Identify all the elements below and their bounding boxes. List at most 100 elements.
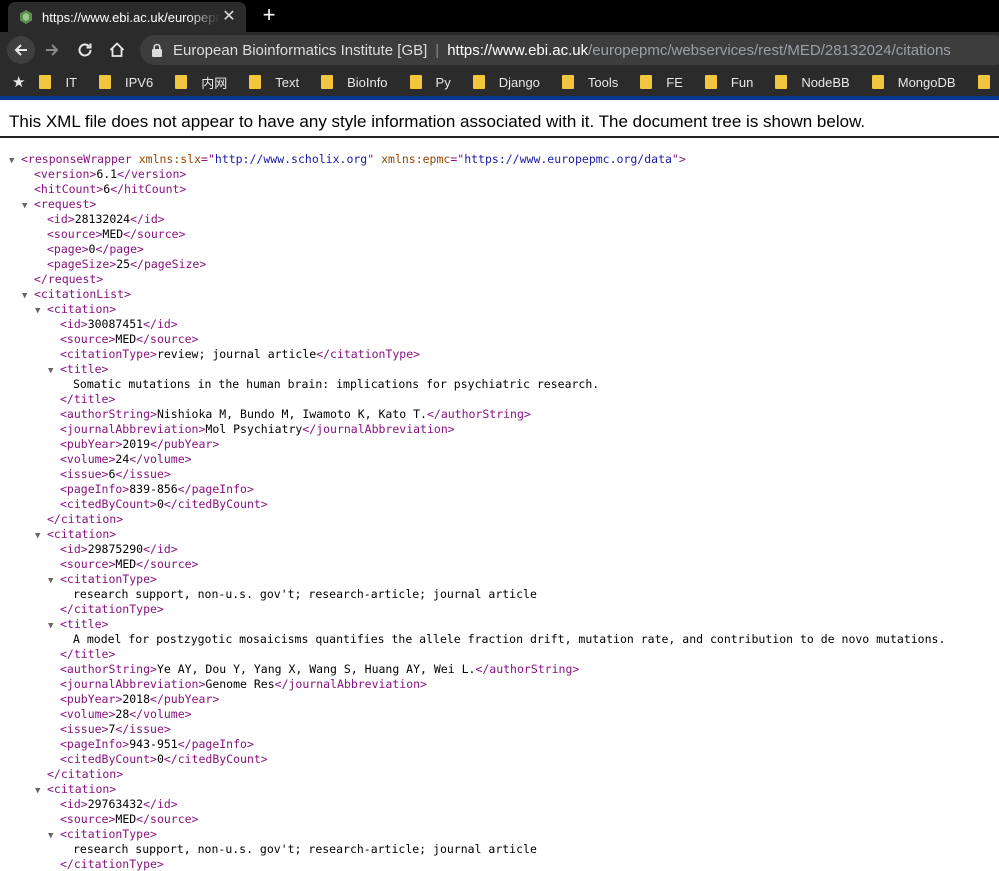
xml-tag: </citation> xyxy=(47,767,124,781)
xml-tag: </citedByCount> xyxy=(163,752,268,766)
bookmark-folder[interactable]: Tools xyxy=(561,75,618,90)
bookmark-folder[interactable]: 内网 xyxy=(175,73,227,92)
xml-line: <issue>6</issue> xyxy=(60,467,171,482)
site-identity[interactable]: European Bioinformatics Institute [GB] xyxy=(173,42,427,59)
close-tab-icon[interactable]: ✕ xyxy=(220,8,238,26)
address-bar[interactable]: European Bioinformatics Institute [GB] |… xyxy=(140,35,999,65)
xml-tag: </pubYear> xyxy=(150,692,220,706)
xml-text: 6.1 xyxy=(96,167,118,181)
xml-line: ▼ <citationList> xyxy=(22,287,131,302)
bookmark-folder[interactable]: MongoDB xyxy=(871,75,956,90)
xml-text: MED xyxy=(115,557,137,571)
xml-line: ▼ <citationType> xyxy=(48,572,157,587)
arrow-right-icon xyxy=(46,44,59,56)
xml-line: <pageSize>25</pageSize> xyxy=(47,257,206,272)
collapse-toggle-icon[interactable]: ▼ xyxy=(48,619,60,634)
xml-line: <pubYear>2019</pubYear> xyxy=(60,437,219,452)
bookmark-folder[interactable]: FE xyxy=(640,75,683,90)
xml-line: <page>0</page> xyxy=(47,242,144,257)
collapse-toggle-icon[interactable]: ▼ xyxy=(22,199,34,214)
xml-tag: <pageInfo> xyxy=(60,737,130,751)
xml-tag: <issue> xyxy=(60,467,109,481)
xml-text: research support, non-u.s. gov't; resear… xyxy=(73,842,537,856)
xml-notice: This XML file does not appear to have an… xyxy=(0,100,999,138)
bookmark-folder[interactable]: Py xyxy=(409,75,451,90)
xml-tag: </page> xyxy=(95,242,144,256)
xml-text: 943-951 xyxy=(129,737,178,751)
lock-icon xyxy=(152,43,162,57)
reload-icon xyxy=(78,43,92,57)
xml-tag: </version> xyxy=(117,167,187,181)
collapse-toggle-icon[interactable]: ▼ xyxy=(35,784,47,799)
xml-line: A model for postzygotic mosaicisms quant… xyxy=(73,632,945,647)
url-path: /europepmc/webservices/rest/MED/28132024… xyxy=(588,41,951,59)
xml-text: MED xyxy=(115,812,137,826)
xml-tag: </id> xyxy=(143,797,178,811)
bookmark-folder[interactable]: PHP xyxy=(977,75,999,90)
collapse-toggle-icon[interactable]: ▼ xyxy=(35,529,47,544)
xml-line: ▼ <title> xyxy=(48,362,108,377)
xml-line: ▼ <citation> xyxy=(35,527,116,542)
bookmark-label: Django xyxy=(498,74,540,90)
bookmark-folder[interactable]: BioInfo xyxy=(321,75,388,90)
bookmark-folder[interactable]: IPV6 xyxy=(99,75,153,90)
xml-tag: </issue> xyxy=(115,722,171,736)
xml-tag: </title> xyxy=(60,392,116,406)
xml-line: ▼ <responseWrapper xmlns:slx="http://www.… xyxy=(9,152,686,167)
collapse-toggle-icon[interactable]: ▼ xyxy=(48,574,60,589)
xml-tag: <citedByCount> xyxy=(60,497,157,511)
back-button[interactable] xyxy=(7,36,35,64)
bookmark-star-icon[interactable]: ★ xyxy=(12,73,25,91)
collapse-toggle-icon[interactable]: ▼ xyxy=(9,154,21,169)
xml-line: <source>MED</source> xyxy=(47,227,185,242)
new-tab-button[interactable]: + xyxy=(258,4,280,26)
xml-text: 28 xyxy=(115,707,130,721)
collapse-toggle-icon[interactable]: ▼ xyxy=(22,289,34,304)
xml-line: <pubYear>2018</pubYear> xyxy=(60,692,219,707)
xml-tag: <title> xyxy=(60,362,109,376)
xml-text: 2019 xyxy=(122,437,151,451)
folder-icon xyxy=(704,75,717,89)
bookmark-folder[interactable]: IT xyxy=(39,75,77,90)
bookmark-folder[interactable]: Text xyxy=(249,75,299,90)
xml-line: <id>30087451</id> xyxy=(60,317,178,332)
xml-tag: <id> xyxy=(47,212,75,226)
xml-text: Mol Psychiatry xyxy=(205,422,303,436)
active-tab[interactable]: https://www.ebi.ac.uk/europepmc/webservi… xyxy=(8,2,246,32)
xml-line: <hitCount>6</hitCount> xyxy=(34,182,186,197)
collapse-toggle-icon[interactable]: ▼ xyxy=(48,364,60,379)
xml-text: 30087451 xyxy=(87,317,144,331)
forward-button[interactable] xyxy=(38,36,66,64)
xml-tag: </source> xyxy=(136,332,199,346)
xml-line: <source>MED</source> xyxy=(60,332,198,347)
xml-text: MED xyxy=(102,227,124,241)
xml-tag: <source> xyxy=(47,227,103,241)
home-button[interactable] xyxy=(103,36,131,64)
xml-line: </citation> xyxy=(47,767,123,782)
folder-icon xyxy=(640,75,653,89)
xml-tag: <citation> xyxy=(47,782,117,796)
xml-line: <authorString>Nishioka M, Bundo M, Iwamo… xyxy=(60,407,531,422)
xml-tag: <source> xyxy=(60,812,116,826)
xml-line: <citedByCount>0</citedByCount> xyxy=(60,752,268,767)
bookmark-label: 内网 xyxy=(201,75,228,91)
reload-button[interactable] xyxy=(71,36,99,64)
tab-strip: https://www.ebi.ac.uk/europepmc/webservi… xyxy=(0,0,999,32)
bookmark-folder[interactable]: Fun xyxy=(704,75,753,90)
xml-tag: </journalAbbreviation> xyxy=(302,422,455,436)
xml-text: 28132024 xyxy=(74,212,131,226)
arrow-left-icon xyxy=(14,44,27,56)
xml-tag: </pageSize> xyxy=(130,257,207,271)
folder-icon xyxy=(561,75,574,89)
collapse-toggle-icon[interactable]: ▼ xyxy=(48,829,60,844)
xml-text: MED xyxy=(115,332,137,346)
xml-line: <issue>7</issue> xyxy=(60,722,171,737)
xml-line: ▼ <citationType> xyxy=(48,827,157,842)
bookmark-label: FE xyxy=(666,74,683,90)
bookmark-folder[interactable]: NodeBB xyxy=(775,75,850,90)
xml-tag: =" xyxy=(450,152,465,166)
bookmark-folder[interactable]: Django xyxy=(472,74,540,90)
xml-tag: </citationType> xyxy=(60,602,164,616)
xml-line: <id>29763432</id> xyxy=(60,797,178,812)
collapse-toggle-icon[interactable]: ▼ xyxy=(35,304,47,319)
